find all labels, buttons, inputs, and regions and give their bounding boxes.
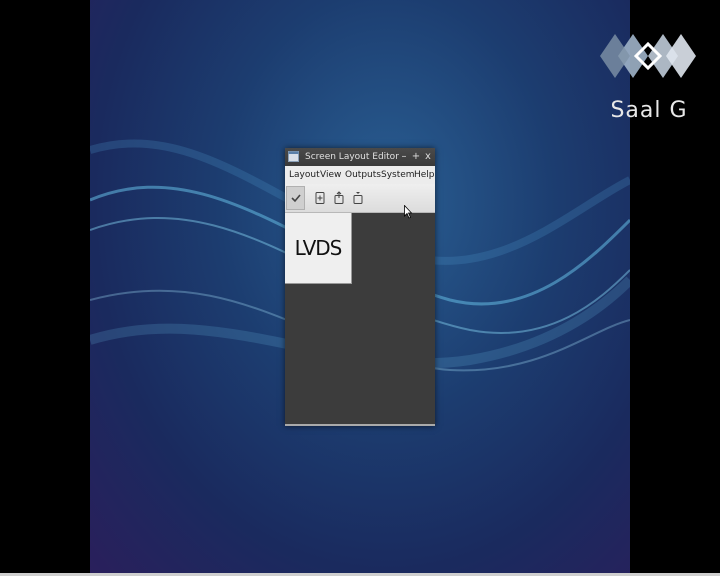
- display-app-icon: [288, 151, 299, 162]
- close-button[interactable]: x: [423, 148, 433, 166]
- menu-view[interactable]: View: [320, 166, 341, 184]
- maximize-button[interactable]: +: [411, 148, 421, 166]
- mouse-cursor-icon: [404, 205, 412, 219]
- menu-outputs[interactable]: Outputs: [345, 166, 381, 184]
- import-button[interactable]: [348, 188, 368, 208]
- import-icon: [353, 192, 363, 204]
- window-titlebar[interactable]: Screen Layout Editor – + x: [285, 148, 435, 166]
- output-label: LVDS: [294, 236, 343, 260]
- output-display-lvds[interactable]: LVDS: [285, 213, 352, 284]
- screen-layout-editor-window: Screen Layout Editor – + x Layout View O…: [285, 148, 435, 426]
- menu-help[interactable]: Help: [414, 166, 435, 184]
- menubar: Layout View Outputs System Help: [285, 166, 435, 184]
- zoom-in-icon: [315, 192, 325, 204]
- menu-system[interactable]: System: [381, 166, 415, 184]
- minimize-button[interactable]: –: [399, 148, 409, 166]
- menu-layout[interactable]: Layout: [289, 166, 320, 184]
- toolbar: [285, 184, 435, 213]
- checkmark-icon: [290, 194, 301, 203]
- apply-button[interactable]: [286, 186, 305, 210]
- window-title: Screen Layout Editor: [305, 152, 399, 162]
- export-icon: [334, 191, 344, 204]
- window-bottom-border: [285, 424, 435, 426]
- layout-canvas[interactable]: LVDS: [285, 213, 435, 425]
- watermark-text: Saal G: [610, 98, 688, 123]
- export-button[interactable]: [329, 188, 349, 208]
- zoom-in-button[interactable]: [310, 188, 330, 208]
